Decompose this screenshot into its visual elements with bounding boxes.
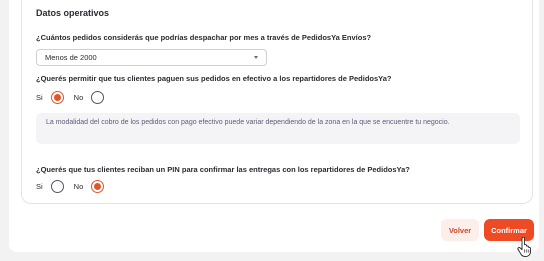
radio-dot (94, 183, 102, 190)
cash-payment-radio-group: Si No (36, 91, 114, 104)
radio-button-checked[interactable] (91, 180, 105, 193)
hand-pointer-icon (517, 237, 531, 257)
pin-confirmation-question: ¿Querés que tus clientes reciban un PIN … (36, 165, 410, 174)
pin-option-no[interactable]: No (74, 180, 105, 193)
operational-data-card: Datos operativos ¿Cuántos pedidos consid… (21, 0, 533, 204)
select-value: Menos de 2000 (45, 53, 97, 62)
radio-button-checked[interactable] (50, 91, 64, 104)
radio-label-no: No (73, 93, 84, 102)
orders-per-month-question: ¿Cuántos pedidos considerás que podrías … (36, 33, 372, 42)
cash-payment-info-box: La modalidad del cobro de los pedidos co… (36, 113, 520, 144)
radio-label-si: Si (36, 93, 43, 102)
radio-label-si: Si (36, 182, 43, 191)
pin-confirmation-radio-group: Si No (36, 180, 114, 193)
radio-label-no: No (73, 182, 84, 191)
section-title: Datos operativos (36, 8, 110, 18)
chevron-down-icon (254, 56, 258, 59)
cash-payment-question: ¿Querés permitir que tus clientes paguen… (36, 74, 392, 83)
cash-payment-option-no[interactable]: No (74, 91, 105, 104)
pin-option-si[interactable]: Si (36, 180, 64, 193)
radio-dot (53, 94, 61, 101)
radio-button-unchecked[interactable] (91, 91, 105, 104)
cash-payment-option-si[interactable]: Si (36, 91, 64, 104)
orders-per-month-select[interactable]: Menos de 2000 (36, 49, 267, 66)
radio-button-unchecked[interactable] (50, 180, 64, 193)
back-button[interactable]: Volver (441, 219, 479, 241)
page-container: Datos operativos ¿Cuántos pedidos consid… (9, 0, 539, 252)
